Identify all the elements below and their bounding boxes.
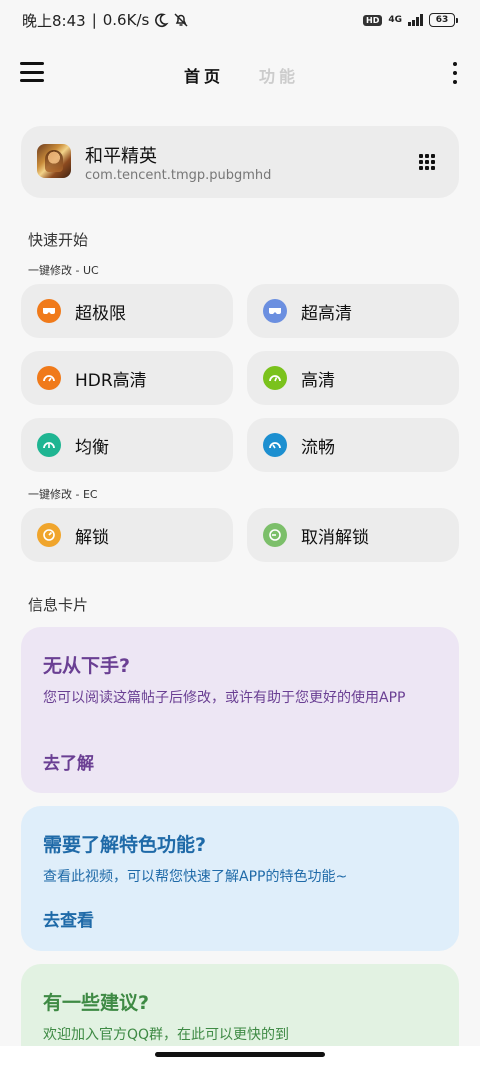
glasses-icon — [37, 299, 61, 323]
ec-section-label: 一键修改 - EC — [28, 488, 98, 501]
info-card-title: 有一些建议? — [43, 992, 150, 1014]
top-app-bar: 首页 功能 — [0, 50, 480, 96]
signal-icon — [408, 14, 423, 26]
preset-label: 流畅 — [301, 437, 335, 458]
info-card-description: 您可以阅读这篇帖子后修改，或许有助于您更好的使用APP — [43, 690, 406, 706]
uc-section-label: 一键修改 - UC — [28, 264, 99, 277]
gauge-icon — [37, 366, 61, 390]
status-bar: 晚上8:43 | 0.6K/s HD 4G 63 — [0, 0, 480, 40]
info-card-description: 查看此视频，可以帮您快速了解APP的特色功能~ — [43, 869, 348, 885]
status-time: 晚上8:43 — [22, 11, 86, 30]
cancel-unlock-label: 取消解锁 — [301, 527, 369, 548]
battery-level: 63 — [429, 13, 455, 27]
app-name: 和平精英 — [85, 146, 157, 167]
info-card-description: 欢迎加入官方QQ群，在此可以更快的到 — [43, 1027, 290, 1043]
battery-icon: 63 — [429, 13, 458, 27]
preset-hdr-button[interactable]: HDR高清 — [21, 351, 233, 405]
unlock-button[interactable]: 解锁 — [21, 508, 233, 562]
preset-label: 超极限 — [75, 303, 126, 324]
preset-label: 超高清 — [301, 303, 352, 324]
preset-label: 均衡 — [75, 437, 109, 458]
unlock-icon — [37, 523, 61, 547]
cancel-unlock-button[interactable]: 取消解锁 — [247, 508, 459, 562]
info-card-getting-started[interactable]: 无从下手? 您可以阅读这篇帖子后修改，或许有助于您更好的使用APP 去了解 — [21, 627, 459, 793]
learn-more-link[interactable]: 去了解 — [43, 749, 94, 774]
more-options-icon[interactable] — [450, 62, 460, 84]
app-icon — [37, 144, 71, 178]
menu-icon[interactable] — [20, 62, 44, 82]
gauge-icon — [263, 366, 287, 390]
preset-ultra-hd-button[interactable]: 超高清 — [247, 284, 459, 338]
hd-badge: HD — [363, 14, 383, 26]
network-type: 4G — [388, 14, 402, 25]
moon-icon — [153, 12, 169, 28]
gauge-icon — [37, 433, 61, 457]
preset-balanced-button[interactable]: 均衡 — [21, 418, 233, 472]
app-package: com.tencent.tmgp.pubgmhd — [85, 168, 272, 183]
watch-video-link[interactable]: 去查看 — [43, 906, 94, 931]
info-section-title: 信息卡片 — [28, 596, 89, 614]
quick-start-title: 快速开始 — [28, 231, 89, 249]
info-card-title: 无从下手? — [43, 655, 131, 677]
status-speed: 0.6K/s — [102, 11, 150, 29]
selected-app-card[interactable]: 和平精英 com.tencent.tmgp.pubgmhd — [21, 126, 459, 198]
unlock-label: 解锁 — [75, 527, 109, 548]
status-separator: | — [91, 11, 97, 29]
tab-functions[interactable]: 功能 — [259, 63, 299, 87]
preset-label: 高清 — [301, 370, 335, 391]
home-indicator[interactable] — [155, 1052, 325, 1057]
bell-off-icon — [173, 12, 189, 28]
gauge-icon — [263, 433, 287, 457]
info-card-title: 需要了解特色功能? — [43, 834, 207, 856]
app-grid-icon[interactable] — [419, 154, 435, 170]
preset-label: HDR高清 — [75, 370, 147, 391]
preset-hd-button[interactable]: 高清 — [247, 351, 459, 405]
tab-home[interactable]: 首页 — [184, 63, 224, 87]
lock-reset-icon — [263, 523, 287, 547]
preset-smooth-button[interactable]: 流畅 — [247, 418, 459, 472]
vr-glasses-icon — [263, 299, 287, 323]
info-card-features[interactable]: 需要了解特色功能? 查看此视频，可以帮您快速了解APP的特色功能~ 去查看 — [21, 806, 459, 951]
preset-super-extreme-button[interactable]: 超极限 — [21, 284, 233, 338]
